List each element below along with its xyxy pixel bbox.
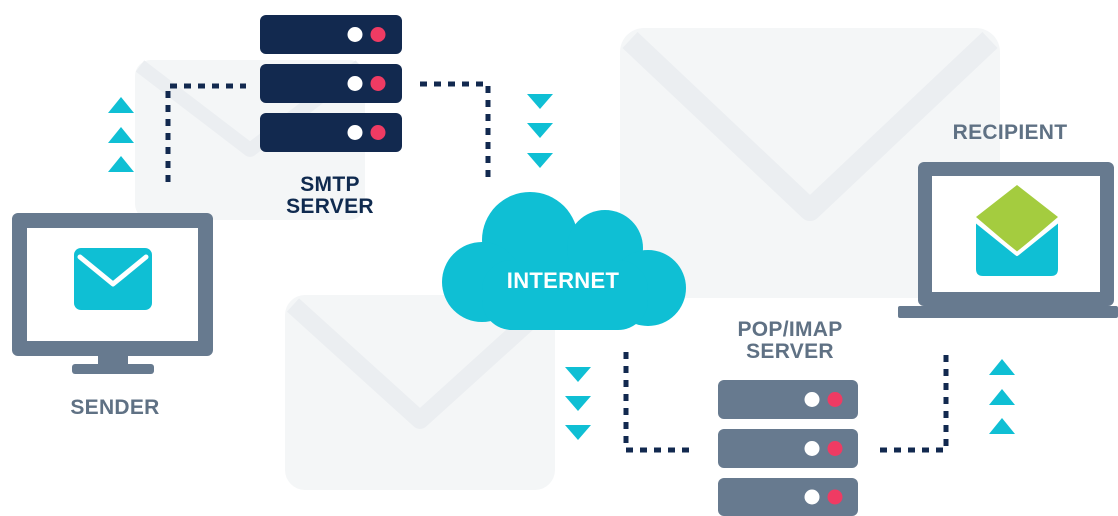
smtp-label-line2: SERVER bbox=[286, 195, 374, 218]
triangle-down-icon bbox=[527, 153, 553, 168]
download-arrows-smtp bbox=[527, 94, 553, 168]
smtp-server-icon bbox=[260, 15, 402, 152]
smtp-label-line1: SMTP bbox=[300, 173, 360, 196]
pop-label-line1: POP/IMAP bbox=[737, 318, 843, 341]
smtp-server-label: SMTP SERVER bbox=[255, 174, 405, 218]
triangle-up-icon bbox=[989, 359, 1015, 375]
connector-pop-to-recipient bbox=[880, 352, 949, 453]
envelope-icon bbox=[74, 248, 152, 310]
upload-arrows bbox=[108, 97, 134, 172]
triangle-up-icon bbox=[989, 418, 1015, 434]
connector-internet-to-pop bbox=[623, 352, 690, 453]
laptop-icon bbox=[898, 162, 1118, 318]
desktop-monitor-icon bbox=[12, 213, 213, 374]
cloud-icon bbox=[442, 192, 686, 330]
triangle-up-icon bbox=[108, 127, 134, 143]
recipient-label: RECIPIENT bbox=[952, 121, 1068, 144]
connector-sender-to-smtp bbox=[165, 83, 246, 182]
triangle-down-icon bbox=[527, 123, 553, 138]
pop-imap-server-icon bbox=[718, 380, 858, 516]
triangle-up-icon bbox=[989, 389, 1015, 405]
triangle-up-icon bbox=[108, 97, 134, 113]
triangle-down-icon bbox=[565, 425, 591, 440]
pop-imap-server-label: POP/IMAP SERVER bbox=[705, 319, 875, 363]
triangle-down-icon bbox=[565, 367, 591, 382]
email-flow-diagram bbox=[12, 15, 1118, 516]
triangle-up-icon bbox=[108, 156, 134, 172]
connector-smtp-to-internet bbox=[420, 81, 491, 182]
pop-label-line2: SERVER bbox=[746, 340, 834, 363]
triangle-down-icon bbox=[527, 94, 553, 109]
triangle-down-icon bbox=[565, 396, 591, 411]
download-arrows-pop bbox=[565, 367, 591, 440]
upload-arrows-recipient bbox=[989, 359, 1015, 434]
sender-label: SENDER bbox=[70, 396, 160, 419]
internet-label: INTERNET bbox=[506, 268, 620, 293]
